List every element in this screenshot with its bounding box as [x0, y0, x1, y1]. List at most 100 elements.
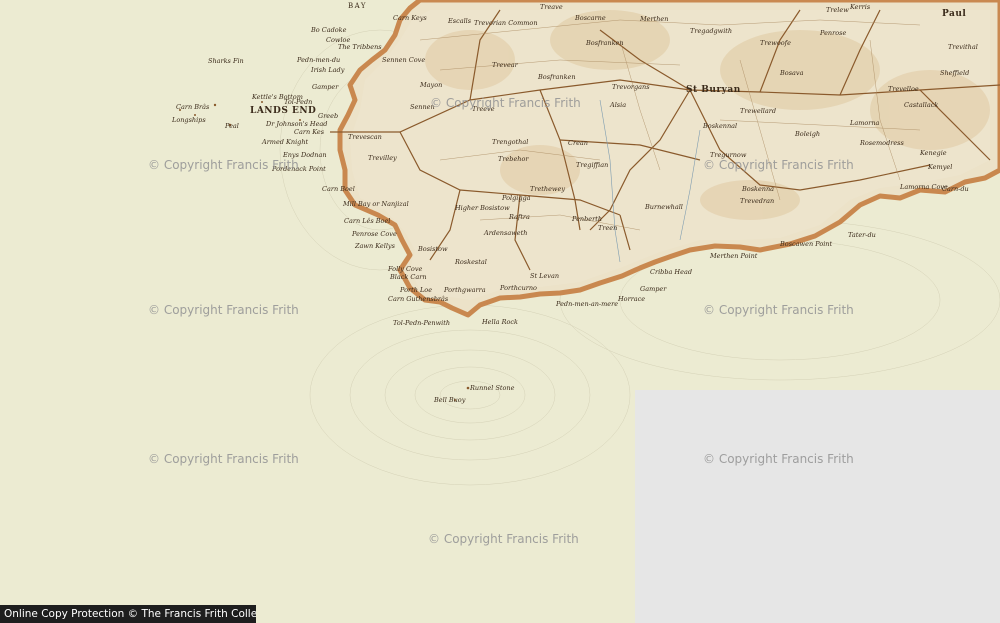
place-label: Horrace	[618, 295, 646, 303]
copyright-watermark: © Copyright Francis Frith	[148, 452, 299, 466]
place-label: Trevorian Common	[474, 19, 538, 27]
place-label: Tol-Pedn	[284, 98, 313, 106]
place-label: Carn Boel	[322, 185, 355, 193]
place-label: Merthen	[640, 15, 669, 23]
place-label: Tregiffian	[576, 161, 609, 169]
place-label: Treen	[598, 224, 618, 232]
place-label: Boskennal	[703, 122, 738, 130]
place-label: Castallack	[904, 101, 939, 109]
place-label: Crean	[568, 139, 588, 147]
place-label: Dr Johnson's Head	[266, 120, 328, 128]
place-label: Sharks Fin	[208, 57, 244, 65]
place-label: Zawn Kellys	[355, 242, 395, 250]
place-label: Boskenna	[742, 185, 775, 193]
place-label: Mill Bay or Nanjizal	[343, 200, 409, 208]
place-label: Carn Brâs	[176, 103, 210, 111]
place-label: Boscawen Point	[780, 240, 833, 248]
place-label: Folly Cove	[388, 265, 423, 273]
place-label: Tater-du	[848, 231, 876, 239]
lands-end-label: LANDS END	[250, 106, 317, 116]
place-label: Greeb	[318, 112, 339, 120]
place-label: Trelew	[826, 6, 849, 14]
place-label: The Tribbens	[338, 43, 382, 51]
copyright-watermark: © Copyright Francis Frith	[703, 452, 854, 466]
place-label: Paul	[942, 9, 967, 19]
place-label: Armed Knight	[262, 138, 309, 146]
copyright-watermark: © Copyright Francis Frith	[428, 532, 579, 546]
place-label: Bosfranken	[586, 39, 624, 47]
copyright-watermark: © Copyright Francis Frith	[430, 96, 581, 110]
place-label: Kemyel	[928, 163, 953, 171]
place-label: Trevescan	[348, 133, 382, 141]
place-label: Gamper	[312, 83, 339, 91]
copy-protection-bar: Online Copy Protection © The Francis Fri…	[0, 605, 256, 623]
place-label: Trebehor	[498, 155, 529, 163]
place-label: Trewellard	[740, 107, 777, 115]
place-label: Ardensaweth	[484, 229, 528, 237]
place-label: Polgigga	[502, 194, 531, 202]
copyright-watermark: © Copyright Francis Frith	[148, 303, 299, 317]
place-label: Kerris	[850, 3, 871, 11]
place-label: Bosistow	[418, 245, 448, 253]
place-label: Trevelloe	[888, 85, 919, 93]
place-label: Penrose Cove	[352, 230, 397, 238]
place-label: Treave	[540, 3, 563, 11]
place-label: Pedn-men-an-mere	[556, 300, 619, 308]
place-label: Penrose	[820, 29, 847, 37]
place-label: Porth Loe	[400, 286, 433, 294]
bay-label: BAY	[348, 2, 368, 10]
place-label: Boscarne	[575, 14, 606, 22]
place-label: Mayon	[420, 81, 443, 89]
place-label: Peal	[225, 122, 239, 130]
place-label: Raftra	[509, 213, 530, 221]
place-label: Irish Lady	[311, 66, 345, 74]
place-label: Merthen Point	[710, 252, 758, 260]
place-label: Rosemodress	[860, 139, 904, 147]
place-label: Gamper	[640, 285, 667, 293]
place-label: Carn Guthensbrâs	[388, 295, 449, 303]
map-viewer[interactable]: BAY LANDS END Carn Keys Bo Cadoke Cowloe…	[0, 0, 1000, 623]
place-label: Boleigh	[795, 130, 821, 138]
place-label: Sheffield	[940, 69, 970, 77]
place-label: Carn Keys	[393, 14, 427, 22]
place-label: Runnel Stone	[470, 384, 515, 392]
place-label: Lamorna Cove	[900, 183, 948, 191]
place-label: Sennen Cove	[382, 56, 426, 64]
place-label: Carn Lês Boel	[344, 217, 391, 225]
place-label: Hella Rock	[482, 318, 519, 326]
place-label: Pedn-men-du	[297, 56, 341, 64]
place-label: Penberth	[572, 215, 603, 223]
place-label: Roskestal	[455, 258, 487, 266]
place-label: Carn-du	[942, 185, 969, 193]
place-label: Cribba Head	[650, 268, 692, 276]
place-label: St Levan	[530, 272, 560, 280]
place-label: Lamorna	[850, 119, 880, 127]
place-label: Trevithal	[948, 43, 978, 51]
place-label: Bosava	[780, 69, 804, 77]
place-label: Alsia	[610, 101, 627, 109]
place-label: Trevorgans	[612, 83, 650, 91]
place-label: Burnewhall	[645, 203, 683, 211]
place-label: St Buryan	[686, 85, 741, 95]
place-label: Trengothal	[492, 138, 529, 146]
copyright-watermark: © Copyright Francis Frith	[703, 303, 854, 317]
place-label: Porthcurno	[500, 284, 537, 292]
place-label: Black Carn	[390, 273, 427, 281]
place-label: Porthgwarra	[444, 286, 486, 294]
place-label: Bell Buoy	[434, 396, 466, 404]
copyright-watermark: © Copyright Francis Frith	[148, 158, 299, 172]
place-label: Higher Bosistow	[455, 204, 510, 212]
place-label: Kenegie	[920, 149, 947, 157]
place-label: Carn Kes	[294, 128, 325, 136]
place-label: Trethewey	[530, 185, 566, 193]
place-label: Tol-Pedn-Penwith	[393, 319, 451, 327]
place-label: Trevear	[492, 61, 518, 69]
place-label: Trewoofe	[760, 39, 791, 47]
place-label: Trevilley	[368, 154, 397, 162]
place-label: Trevedran	[740, 197, 775, 205]
place-label: Escalls	[448, 17, 472, 25]
copyright-watermark: © Copyright Francis Frith	[703, 158, 854, 172]
place-label: Bosfranken	[538, 73, 576, 81]
place-label: Longships	[172, 116, 206, 124]
place-label: Tregadgwith	[690, 27, 733, 35]
